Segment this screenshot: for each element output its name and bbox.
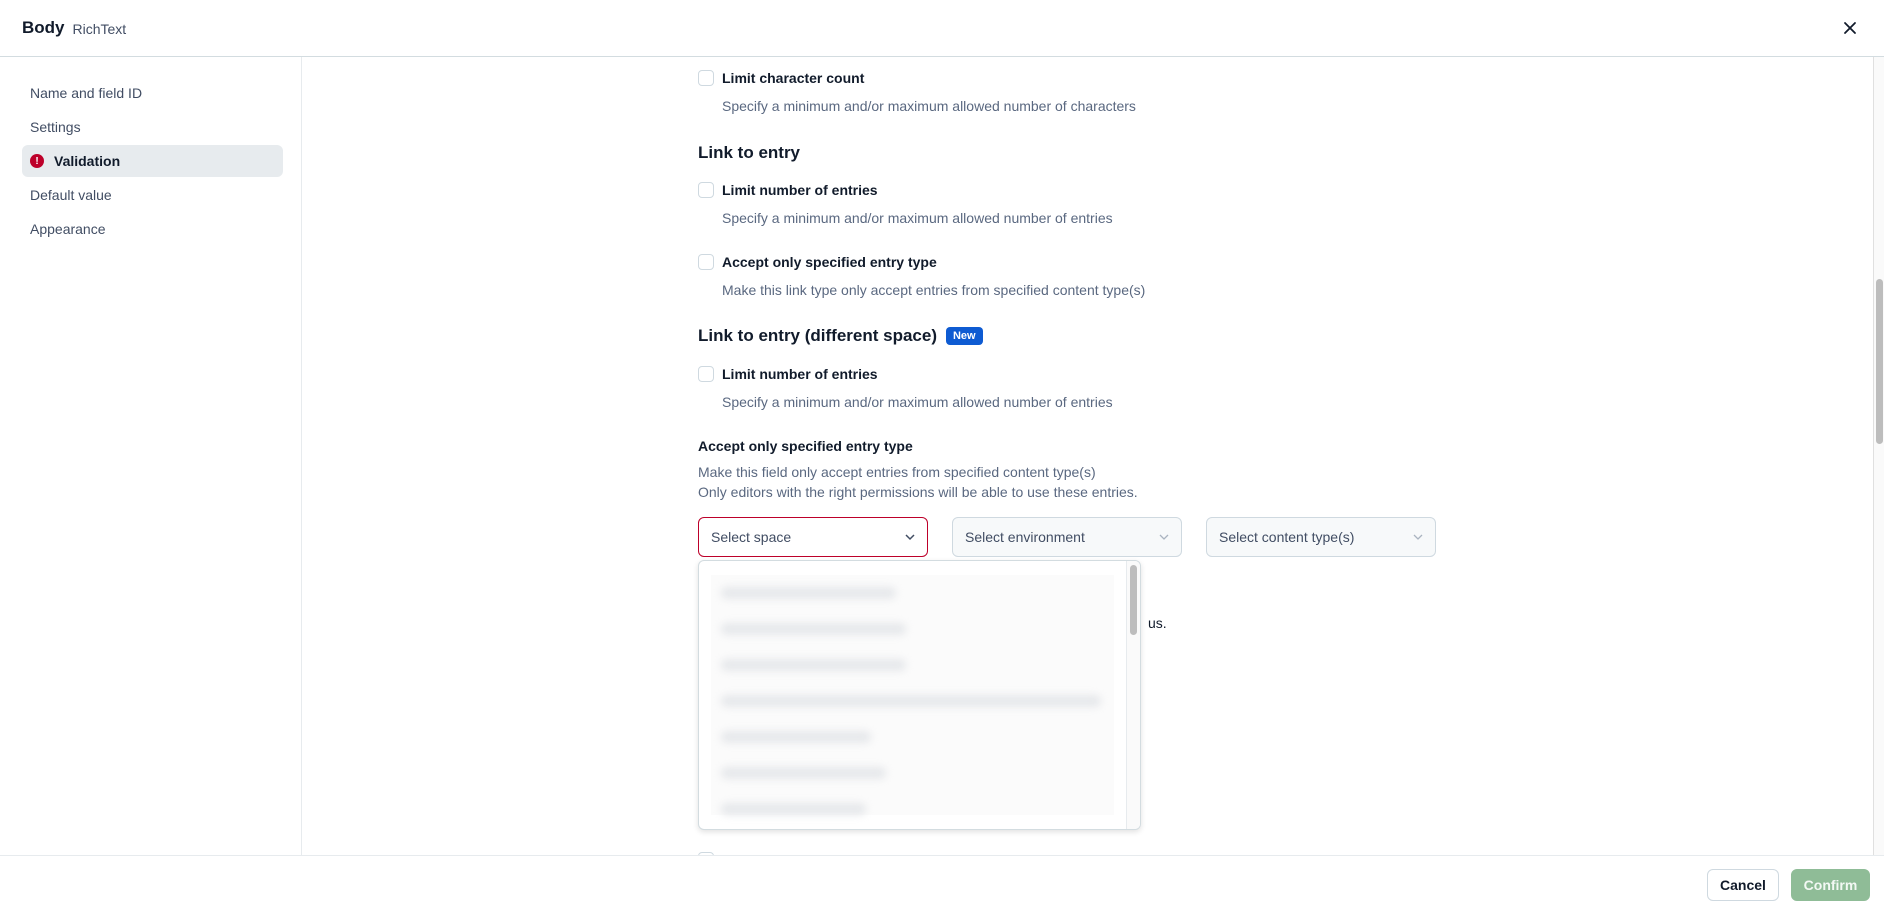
chevron-down-icon (905, 534, 915, 541)
help-text: Specify a minimum and/or maximum allowed… (722, 394, 1113, 410)
checkbox-label: Accept only specified entry type (722, 254, 937, 270)
modal-footer: Cancel Confirm (0, 855, 1884, 910)
sidebar-item-label: Settings (30, 119, 81, 135)
field-type-label: RichText (72, 21, 127, 37)
dropdown-scrollbar[interactable] (1126, 561, 1140, 829)
accept-entry-type-checkbox[interactable] (698, 254, 714, 270)
diff-space-limit-entries-option: Limit number of entries (698, 366, 878, 382)
help-text: Specify a minimum and/or maximum allowed… (722, 210, 1113, 226)
space-dropdown-menu (698, 560, 1141, 830)
close-button[interactable] (1838, 16, 1862, 40)
sidebar-item-label: Appearance (30, 221, 106, 237)
select-placeholder: Select content type(s) (1219, 529, 1355, 545)
diff-space-limit-entries-checkbox[interactable] (698, 366, 714, 382)
dropdown-options-list (711, 575, 1114, 815)
section-heading-link-to-entry: Link to entry (698, 143, 801, 162)
content-scrollbar-thumb[interactable] (1876, 279, 1883, 444)
partial-text: us. (1148, 615, 1167, 631)
dropdown-option[interactable] (711, 575, 1114, 611)
help-text: Make this link type only accept entries … (722, 282, 1146, 298)
limit-character-count-option: Limit character count (698, 70, 864, 86)
dropdown-scrollbar-thumb[interactable] (1130, 565, 1137, 635)
select-placeholder: Select space (711, 529, 792, 545)
chevron-down-icon (1413, 534, 1423, 540)
checkbox-label: Limit number of entries (722, 366, 878, 382)
cancel-button[interactable]: Cancel (1707, 869, 1779, 901)
help-text: Specify a minimum and/or maximum allowed… (722, 98, 1136, 114)
sidebar-item-label: Default value (30, 187, 112, 203)
dropdown-option[interactable] (711, 683, 1114, 719)
section-heading-text: Link to entry (different space) (698, 326, 937, 345)
error-icon: ! (30, 154, 44, 168)
sidebar-item-label: Name and field ID (30, 85, 143, 101)
select-content-type-dropdown[interactable]: Select content type(s) (1206, 517, 1436, 557)
limit-entries-option: Limit number of entries (698, 182, 878, 198)
chevron-down-icon (1159, 534, 1169, 540)
dropdown-option[interactable] (711, 611, 1114, 647)
field-name-title: Body (22, 18, 65, 37)
new-badge: New (945, 327, 983, 345)
select-space-dropdown[interactable]: Select space (698, 517, 928, 557)
sidebar-item-appearance[interactable]: Appearance (22, 213, 283, 245)
content-scrollbar[interactable] (1873, 57, 1884, 855)
help-text: Only editors with the right permissions … (698, 484, 1138, 500)
accept-entry-type-option: Accept only specified entry type (698, 254, 937, 270)
sidebar-nav: Name and field ID Settings ! Validation … (0, 57, 302, 855)
sidebar-item-name-and-field-id[interactable]: Name and field ID (22, 77, 283, 109)
checkbox-label: Limit number of entries (722, 182, 878, 198)
dropdown-option[interactable] (711, 755, 1114, 791)
sidebar-item-settings[interactable]: Settings (22, 111, 283, 143)
dropdown-option[interactable] (711, 647, 1114, 683)
select-placeholder: Select environment (965, 529, 1085, 545)
accept-entry-type-heading: Accept only specified entry type (698, 438, 913, 454)
checkbox-label: Limit character count (722, 70, 865, 86)
confirm-button[interactable]: Confirm (1791, 869, 1870, 901)
section-heading-link-different-space: Link to entry (different space) New (698, 326, 983, 346)
sidebar-item-validation[interactable]: ! Validation (22, 145, 283, 177)
limit-entries-checkbox[interactable] (698, 182, 714, 198)
close-icon (1844, 22, 1856, 34)
sidebar-item-label: Validation (54, 153, 121, 169)
validation-panel: Limit character count Specify a minimum … (303, 57, 1873, 855)
dropdown-option[interactable] (711, 791, 1114, 827)
modal-header: Body RichText (0, 0, 1884, 57)
help-text: Make this field only accept entries from… (698, 464, 1096, 480)
limit-character-count-checkbox[interactable] (698, 70, 714, 86)
sidebar-item-default-value[interactable]: Default value (22, 179, 283, 211)
select-environment-dropdown[interactable]: Select environment (952, 517, 1182, 557)
dropdown-option[interactable] (711, 719, 1114, 755)
